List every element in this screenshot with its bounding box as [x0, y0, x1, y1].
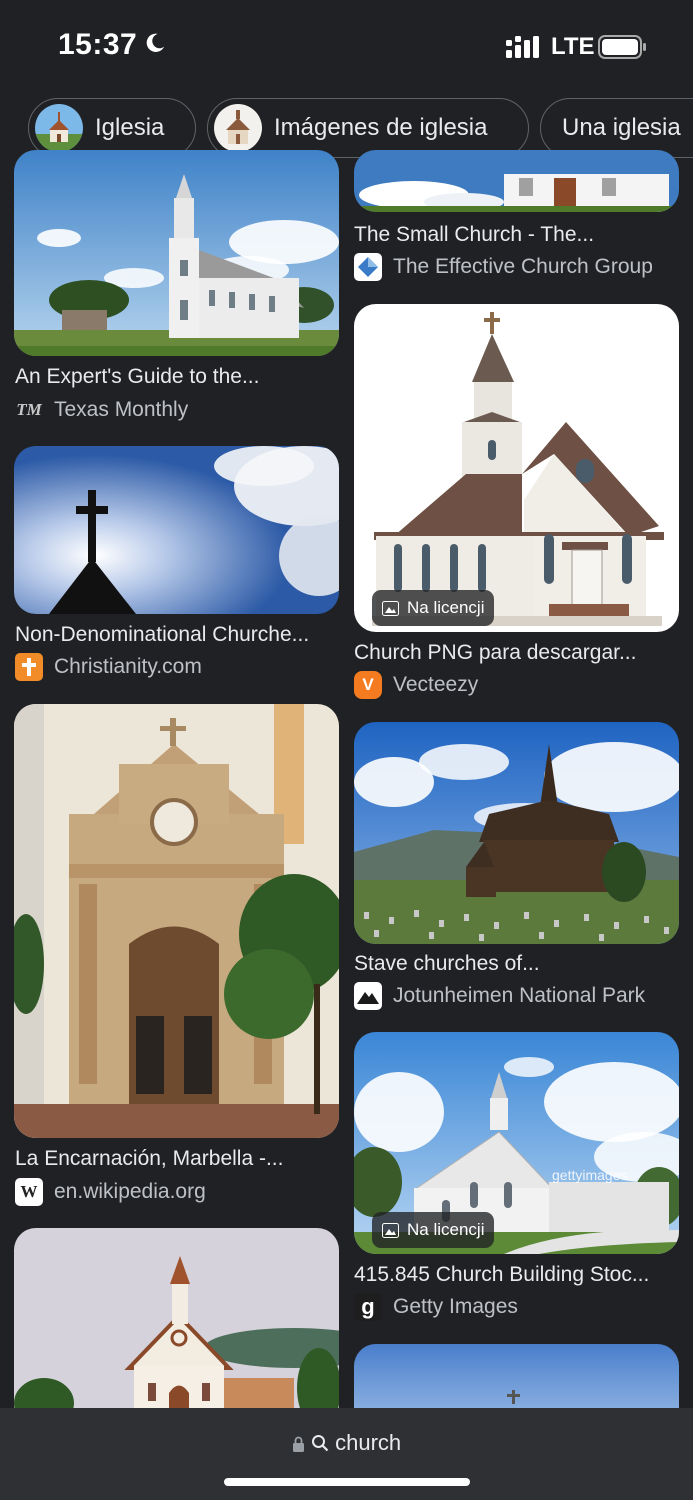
badge-label: Na licencji — [407, 1220, 485, 1239]
search-query: church — [335, 1430, 402, 1455]
source-name: Vecteezy — [393, 673, 479, 696]
mountain-icon — [354, 982, 382, 1010]
result-source[interactable]: V Vecteezy — [354, 671, 478, 699]
result-source[interactable]: g Getty Images — [354, 1293, 518, 1321]
status-bar: 15:37 LTE — [0, 0, 693, 92]
result-caption[interactable]: Non-Denominational Churche... — [15, 623, 337, 647]
result-caption[interactable]: Stave churches of... — [354, 952, 676, 976]
result-caption[interactable]: Church PNG para descargar... — [354, 641, 676, 665]
result-image-stave-church[interactable] — [354, 722, 679, 944]
effective-church-icon — [354, 253, 382, 281]
result-caption[interactable]: The Small Church - The... — [354, 223, 676, 247]
source-name: Getty Images — [393, 1295, 518, 1318]
result-image-small-church[interactable] — [354, 150, 679, 212]
chip-label: Imágenes de iglesia — [274, 114, 488, 141]
result-source[interactable]: W en.wikipedia.org — [15, 1178, 206, 1206]
church-thumbnail-icon — [35, 104, 83, 152]
clock: 15:37 — [58, 28, 138, 61]
result-source[interactable]: Jotunheimen National Park — [354, 982, 645, 1010]
church-thumbnail-icon — [214, 104, 262, 152]
license-badge: Na licencji — [372, 1212, 495, 1248]
carrier-label: LTE — [551, 33, 595, 60]
getty-images-icon: g — [354, 1293, 382, 1321]
badge-label: Na licencji — [407, 598, 485, 617]
license-badge: Na licencji — [372, 590, 495, 626]
source-name: en.wikipedia.org — [54, 1180, 206, 1203]
search-icon — [311, 1435, 329, 1452]
result-image-getty[interactable]: gettyimages Na licencji — [354, 1032, 679, 1254]
getty-watermark: gettyimages — [552, 1167, 627, 1183]
chip-iglesia[interactable]: Iglesia — [28, 98, 196, 158]
result-caption[interactable]: An Expert's Guide to the... — [15, 365, 335, 389]
chip-una-iglesia[interactable]: Una iglesia — [540, 98, 693, 158]
chip-label: Iglesia — [95, 114, 165, 141]
result-image-encarnacion[interactable] — [14, 704, 339, 1138]
result-image-nondenominational[interactable] — [14, 446, 339, 614]
address-bar[interactable]: church — [0, 1408, 693, 1500]
wikipedia-icon: W — [15, 1178, 43, 1206]
source-name: Texas Monthly — [54, 398, 189, 421]
source-name: Christianity.com — [54, 655, 202, 678]
cross-icon — [15, 653, 43, 681]
source-name: Jotunheimen National Park — [393, 984, 646, 1007]
result-caption[interactable]: 415.845 Church Building Stoc... — [354, 1263, 676, 1287]
home-indicator[interactable] — [224, 1478, 470, 1486]
url-display[interactable]: church — [0, 1430, 693, 1456]
result-source[interactable]: The Effective Church Group — [354, 253, 653, 281]
chip-label: Una iglesia — [562, 114, 681, 141]
battery-icon — [598, 35, 646, 59]
source-name: The Effective Church Group — [393, 255, 653, 278]
texas-monthly-icon: TM — [15, 396, 43, 424]
result-image-texas[interactable] — [14, 150, 339, 356]
signal-icon — [506, 36, 539, 58]
result-source[interactable]: TM Texas Monthly — [15, 396, 188, 424]
vecteezy-icon: V — [354, 671, 382, 699]
result-image-church-png[interactable]: Na licencji — [354, 304, 679, 632]
result-image-partial-left[interactable] — [14, 1228, 339, 1428]
lock-icon — [292, 1436, 304, 1452]
chip-imagenes-de-iglesia[interactable]: Imágenes de iglesia — [207, 98, 529, 158]
moon-icon — [146, 33, 165, 52]
image-icon — [382, 600, 399, 616]
result-caption[interactable]: La Encarnación, Marbella -... — [15, 1147, 335, 1171]
result-source[interactable]: Christianity.com — [15, 653, 202, 681]
image-icon — [382, 1222, 399, 1238]
